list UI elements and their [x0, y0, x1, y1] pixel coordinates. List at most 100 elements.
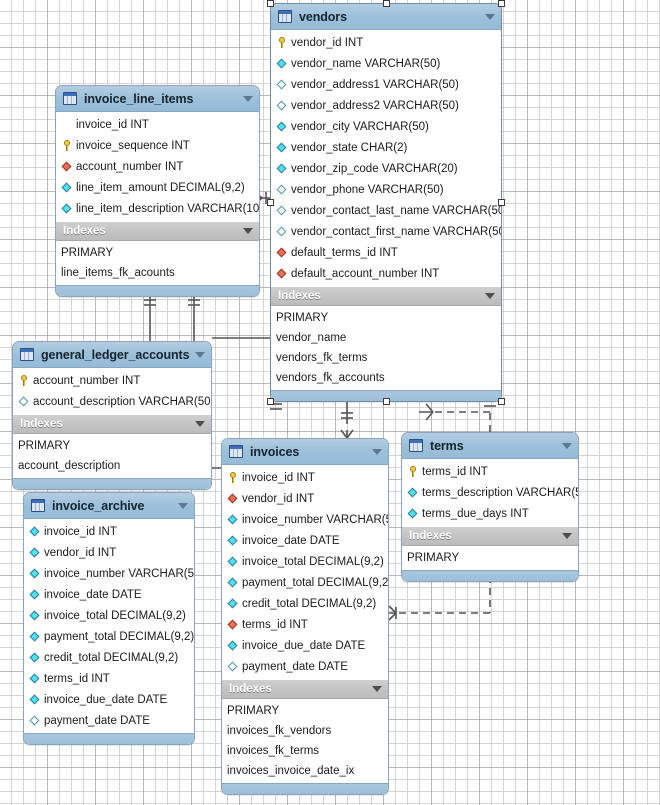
column-row[interactable]: vendor_zip_code VARCHAR(20) [271, 158, 501, 179]
table-box-vendors[interactable]: vendors vendor_id INT vendor_name VARCHAR(… [270, 3, 502, 402]
column-row[interactable]: invoice_id INT [56, 114, 259, 135]
index-row[interactable]: PRIMARY [402, 548, 578, 568]
chevron-down-icon[interactable] [243, 228, 253, 234]
column-row[interactable]: vendor_city VARCHAR(50) [271, 116, 501, 137]
indexes-header-vendors[interactable]: Indexes [271, 286, 501, 306]
eer-diagram-canvas[interactable]: vendors vendor_id INT vendor_name VARCHAR(… [0, 0, 660, 805]
table-title: general_ledger_accounts [41, 347, 190, 362]
column-row[interactable]: line_item_amount DECIMAL(9,2) [56, 177, 259, 198]
chevron-down-icon[interactable] [372, 686, 382, 692]
index-row[interactable]: PRIMARY [271, 308, 501, 328]
column-row[interactable]: terms_description VARCHAR(50) [402, 482, 578, 503]
column-label: payment_date DATE [44, 714, 150, 727]
index-row[interactable]: PRIMARY [13, 436, 211, 456]
resize-handle-nw[interactable] [267, 0, 274, 7]
column-row[interactable]: account_number INT [56, 156, 259, 177]
indexes-header-terms[interactable]: Indexes [402, 526, 578, 546]
column-row[interactable]: invoice_number VARCHAR(50) [24, 563, 194, 584]
column-row[interactable]: account_number INT [13, 370, 211, 391]
table-box-invoices[interactable]: invoices invoice_id INT vendor_id INT invoi… [221, 438, 389, 795]
column-row[interactable]: terms_id INT [222, 614, 388, 635]
chevron-down-icon[interactable] [562, 442, 572, 449]
resize-handle-e[interactable] [498, 199, 505, 206]
column-row[interactable]: vendor_state CHAR(2) [271, 137, 501, 158]
index-row[interactable]: invoices_fk_vendors [222, 721, 388, 741]
resize-handle-n[interactable] [382, 0, 390, 7]
table-box-invoice_line_items[interactable]: invoice_line_items invoice_id INT invoice_… [55, 85, 260, 297]
column-row[interactable]: invoice_due_date DATE [24, 689, 194, 710]
index-row[interactable]: PRIMARY [56, 243, 259, 263]
column-row[interactable]: invoice_total DECIMAL(9,2) [222, 551, 388, 572]
column-row[interactable]: vendor_id INT [24, 542, 194, 563]
table-header-invoices[interactable]: invoices [222, 439, 388, 465]
resize-handle-s[interactable] [382, 398, 390, 405]
column-row[interactable]: invoice_total DECIMAL(9,2) [24, 605, 194, 626]
chevron-down-icon[interactable] [195, 351, 205, 358]
column-row[interactable]: invoice_date DATE [222, 530, 388, 551]
resize-handle-ne[interactable] [498, 0, 505, 7]
chevron-down-icon[interactable] [372, 448, 382, 455]
chevron-down-icon[interactable] [195, 421, 205, 427]
column-label: terms_id INT [242, 618, 308, 631]
chevron-down-icon[interactable] [485, 293, 495, 299]
not-null-column-icon [227, 576, 240, 589]
column-row[interactable]: payment_total DECIMAL(9,2) [24, 626, 194, 647]
column-row[interactable]: vendor_name VARCHAR(50) [271, 53, 501, 74]
column-row[interactable]: terms_id INT [402, 461, 578, 482]
column-row[interactable]: credit_total DECIMAL(9,2) [24, 647, 194, 668]
chevron-down-icon[interactable] [562, 533, 572, 539]
column-row[interactable]: credit_total DECIMAL(9,2) [222, 593, 388, 614]
column-row[interactable]: invoice_sequence INT [56, 135, 259, 156]
column-row[interactable]: vendor_id INT [271, 32, 501, 53]
resize-handle-sw[interactable] [267, 398, 274, 405]
indexes-header-general_ledger_accounts[interactable]: Indexes [13, 414, 211, 434]
column-label: credit_total DECIMAL(9,2) [242, 597, 377, 610]
table-box-invoice_archive[interactable]: invoice_archive invoice_id INT vendor_id I… [23, 492, 195, 745]
table-box-general_ledger_accounts[interactable]: general_ledger_accounts account_number IN… [12, 341, 212, 490]
index-row[interactable]: PRIMARY [222, 701, 388, 721]
chevron-down-icon[interactable] [485, 13, 495, 20]
index-list-vendors: PRIMARY vendor_name vendors_fk_terms vendor… [271, 306, 501, 390]
column-row[interactable]: vendor_contact_first_name VARCHAR(50) [271, 221, 501, 242]
index-row[interactable]: account_description [13, 456, 211, 476]
index-row[interactable]: vendor_name [271, 328, 501, 348]
column-row[interactable]: vendor_address1 VARCHAR(50) [271, 74, 501, 95]
table-header-invoice_line_items[interactable]: invoice_line_items [56, 86, 259, 112]
resize-handle-se[interactable] [498, 398, 505, 405]
column-row[interactable]: invoice_due_date DATE [222, 635, 388, 656]
table-header-vendors[interactable]: vendors [271, 4, 501, 30]
primary-key-icon [18, 374, 31, 387]
table-box-terms[interactable]: terms terms_id INT terms_description VARCH… [401, 432, 579, 582]
chevron-down-icon[interactable] [178, 502, 188, 509]
index-row[interactable]: vendors_fk_accounts [271, 368, 501, 388]
index-row[interactable]: vendors_fk_terms [271, 348, 501, 368]
chevron-down-icon[interactable] [243, 95, 253, 102]
column-row[interactable]: default_terms_id INT [271, 242, 501, 263]
column-row[interactable]: vendor_contact_last_name VARCHAR(50) [271, 200, 501, 221]
column-row[interactable]: line_item_description VARCHAR(100) [56, 198, 259, 219]
column-row[interactable]: payment_date DATE [222, 656, 388, 677]
table-header-invoice_archive[interactable]: invoice_archive [24, 493, 194, 519]
column-row[interactable]: vendor_id INT [222, 488, 388, 509]
column-row[interactable]: account_description VARCHAR(50) [13, 391, 211, 412]
column-row[interactable]: terms_id INT [24, 668, 194, 689]
column-row[interactable]: terms_due_days INT [402, 503, 578, 524]
column-row[interactable]: payment_date DATE [24, 710, 194, 731]
indexes-header-invoice_line_items[interactable]: Indexes [56, 221, 259, 241]
indexes-header-invoices[interactable]: Indexes [222, 679, 388, 699]
resize-handle-w[interactable] [267, 199, 274, 206]
table-header-general_ledger_accounts[interactable]: general_ledger_accounts [13, 342, 211, 368]
column-row[interactable]: invoice_id INT [222, 467, 388, 488]
column-row[interactable]: default_account_number INT [271, 263, 501, 284]
column-row[interactable]: invoice_date DATE [24, 584, 194, 605]
column-label: invoice_date DATE [44, 588, 142, 601]
column-row[interactable]: invoice_id INT [24, 521, 194, 542]
index-row[interactable]: line_items_fk_acounts [56, 263, 259, 283]
index-row[interactable]: invoices_fk_terms [222, 741, 388, 761]
column-row[interactable]: invoice_number VARCHAR(50) [222, 509, 388, 530]
table-header-terms[interactable]: terms [402, 433, 578, 459]
column-row[interactable]: vendor_address2 VARCHAR(50) [271, 95, 501, 116]
index-row[interactable]: invoices_invoice_date_ix [222, 761, 388, 781]
column-row[interactable]: vendor_phone VARCHAR(50) [271, 179, 501, 200]
column-row[interactable]: payment_total DECIMAL(9,2) [222, 572, 388, 593]
